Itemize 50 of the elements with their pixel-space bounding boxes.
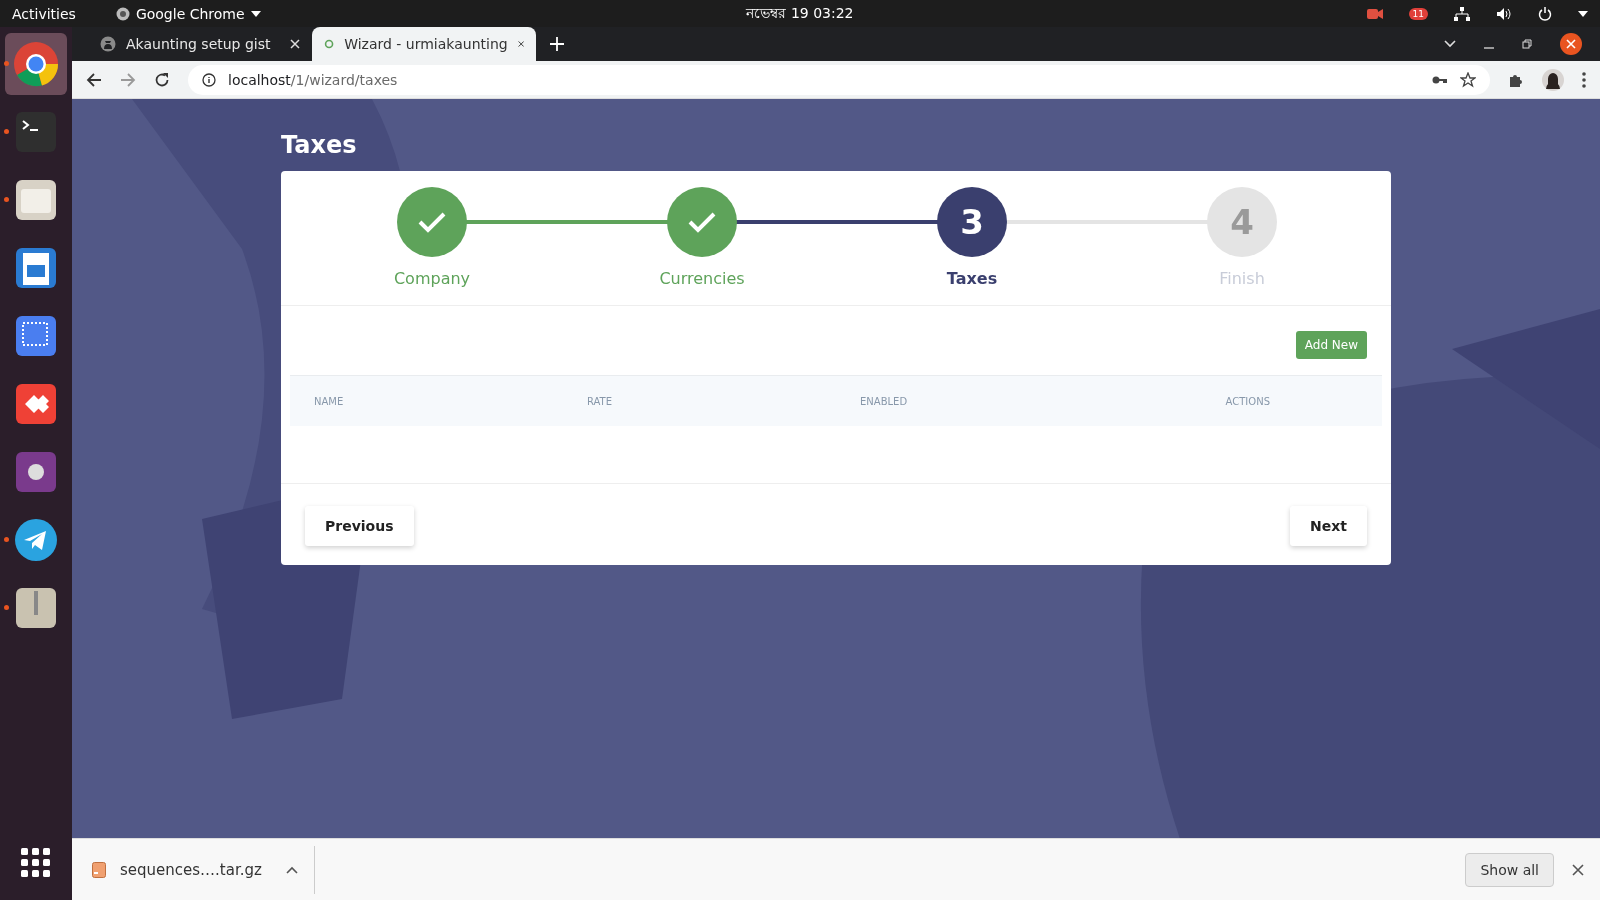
notification-badge[interactable]: 11 — [1408, 7, 1428, 20]
app-grid-icon[interactable] — [21, 848, 51, 878]
forward-icon[interactable] — [120, 71, 136, 88]
download-filename[interactable]: sequences….tar.gz — [120, 860, 262, 879]
profile-avatar-icon[interactable] — [1542, 68, 1564, 91]
browser-tab[interactable]: Wizard - urmiakaunting — [312, 27, 536, 61]
chevron-up-icon[interactable] — [285, 865, 298, 874]
info-icon — [202, 72, 216, 87]
tab-search-icon[interactable] — [1444, 40, 1456, 48]
tab-title: Akaunting setup gist — [126, 36, 272, 52]
network-icon[interactable] — [1454, 6, 1470, 21]
page-title: Taxes — [281, 131, 358, 159]
key-icon[interactable] — [1432, 74, 1448, 85]
back-icon[interactable] — [86, 71, 102, 88]
power-icon[interactable] — [1538, 6, 1552, 21]
step-number: 4 — [1230, 202, 1254, 242]
menu-icon[interactable] — [1582, 71, 1586, 88]
step-label: Company — [393, 269, 471, 288]
address-bar[interactable]: localhost/1/wizard/taxes — [188, 64, 1490, 95]
browser-tab[interactable]: Akaunting setup gist — [88, 27, 312, 61]
column-header: RATE — [587, 395, 614, 407]
caret-icon — [250, 10, 261, 17]
next-button[interactable]: Next — [1290, 506, 1367, 546]
volume-icon[interactable] — [1496, 6, 1512, 21]
restore-icon[interactable] — [1522, 39, 1532, 49]
dropdown-icon[interactable] — [1578, 10, 1588, 17]
step-number: 3 — [960, 202, 984, 242]
url-text: localhost/1/wizard/taxes — [228, 71, 398, 88]
check-icon — [687, 211, 717, 233]
new-tab-icon[interactable] — [550, 37, 564, 51]
step-label: Currencies — [659, 269, 745, 288]
reload-icon[interactable] — [154, 71, 170, 88]
column-header: ENABLED — [860, 395, 909, 407]
check-icon — [417, 211, 447, 233]
clock[interactable]: নভেম্বর 19 03:22 — [746, 1, 854, 26]
app-menu[interactable]: Google Chrome — [115, 5, 261, 22]
close-icon[interactable] — [517, 39, 524, 49]
close-icon[interactable] — [1572, 863, 1584, 876]
close-icon[interactable] — [1560, 33, 1582, 55]
star-icon[interactable] — [1460, 71, 1476, 88]
dock-app-icon[interactable] — [5, 33, 67, 95]
column-header: NAME — [314, 395, 345, 407]
previous-button[interactable]: Previous — [305, 506, 414, 546]
column-header: ACTIONS — [1225, 395, 1271, 407]
activities-button[interactable]: Activities — [12, 5, 76, 22]
tab-title: Wizard - urmiakaunting — [344, 36, 508, 52]
archive-file-icon — [92, 861, 106, 878]
show-all-button[interactable]: Show all — [1465, 852, 1554, 887]
step-label: Taxes — [946, 269, 998, 288]
camera-icon[interactable] — [1366, 7, 1383, 20]
